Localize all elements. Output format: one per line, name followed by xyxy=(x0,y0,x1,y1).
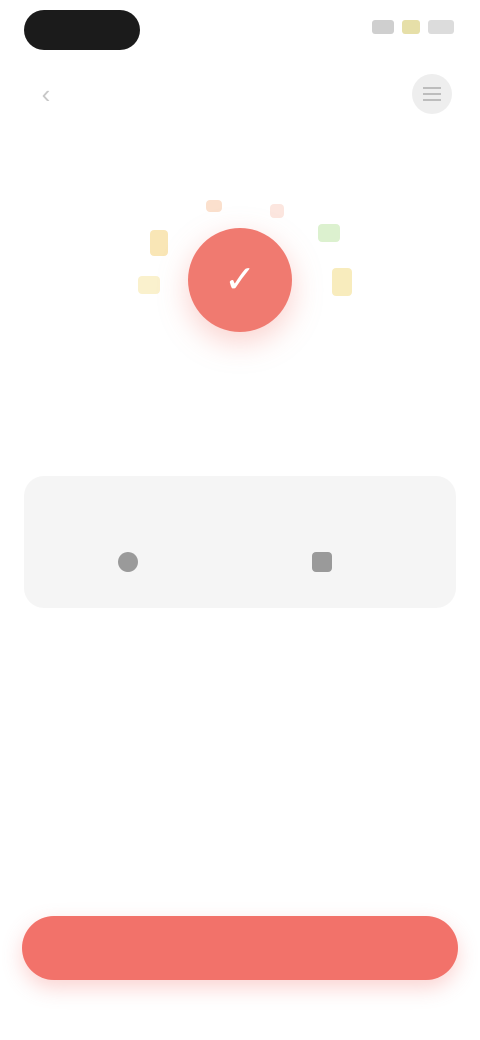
back-button[interactable]: ‹ xyxy=(28,76,64,112)
menu-button[interactable] xyxy=(412,74,452,114)
confetti-piece xyxy=(318,224,340,242)
confetti-piece xyxy=(150,230,168,256)
success-screen: ‹ ✓ xyxy=(0,0,480,1040)
chevron-left-icon: ‹ xyxy=(41,78,51,109)
signal-icon xyxy=(372,20,394,34)
confetti-piece xyxy=(270,204,284,218)
stat-item xyxy=(312,552,342,572)
menu-icon xyxy=(423,93,441,95)
info-card xyxy=(24,476,456,608)
confetti-piece xyxy=(332,268,352,296)
calendar-icon xyxy=(312,552,332,572)
confetti-piece xyxy=(206,200,222,212)
check-icon: ✓ xyxy=(224,259,256,301)
wifi-icon xyxy=(402,20,420,34)
status-bar xyxy=(0,0,480,64)
hero-illustration: ✓ xyxy=(0,180,480,390)
status-icons xyxy=(372,20,454,34)
battery-icon xyxy=(428,20,454,34)
stat-item xyxy=(118,552,148,572)
top-nav: ‹ xyxy=(0,64,480,124)
dynamic-island xyxy=(24,10,140,50)
success-badge: ✓ xyxy=(188,228,292,332)
confetti-piece xyxy=(138,276,160,294)
primary-action-button[interactable] xyxy=(22,916,458,980)
clock-icon xyxy=(118,552,138,572)
